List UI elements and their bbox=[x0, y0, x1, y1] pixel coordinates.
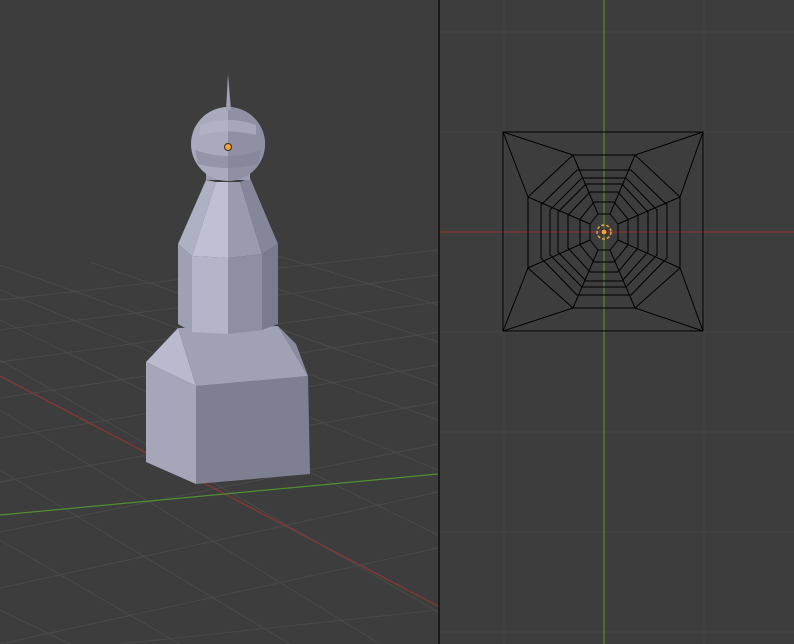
3d-viewport-top-ortho[interactable] bbox=[440, 0, 794, 644]
viewport-canvas-top[interactable] bbox=[440, 0, 794, 644]
ortho-grid bbox=[440, 0, 794, 644]
blender-editor bbox=[0, 0, 794, 644]
3d-viewport-perspective[interactable] bbox=[0, 0, 438, 644]
viewport-canvas-perspective[interactable] bbox=[0, 0, 438, 644]
object-origin-icon[interactable] bbox=[224, 143, 232, 151]
spire-mesh[interactable] bbox=[146, 74, 310, 484]
object-origin-top-icon[interactable] bbox=[600, 228, 608, 236]
